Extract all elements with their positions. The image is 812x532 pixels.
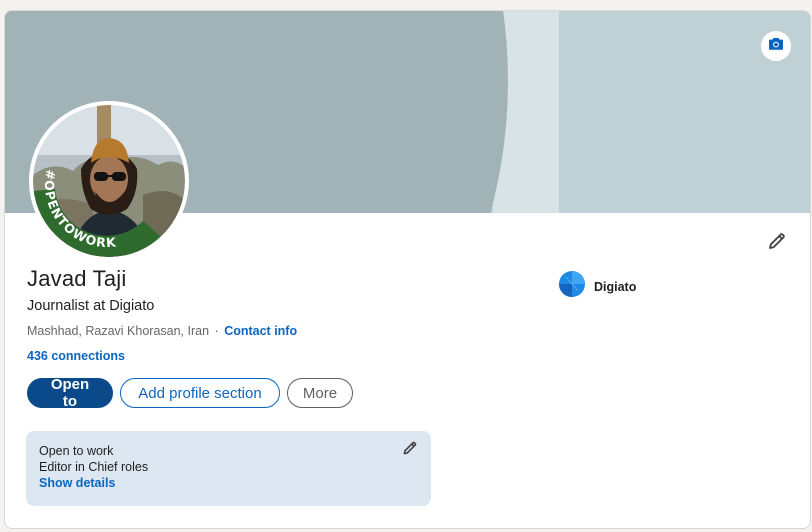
company-name: Digiato xyxy=(594,279,637,294)
profile-photo[interactable]: #OPENTOWORK xyxy=(29,101,189,261)
profile-name: Javad Taji xyxy=(27,266,127,291)
contact-info-link[interactable]: Contact info xyxy=(224,324,297,338)
location-row: Mashhad, Razavi Khorasan, Iran · Contact… xyxy=(27,324,297,338)
edit-banner-button[interactable] xyxy=(761,31,791,61)
profile-actions: Open to Add profile section More xyxy=(27,376,353,410)
more-button[interactable]: More xyxy=(287,378,353,408)
edit-open-to-work-button[interactable] xyxy=(401,441,419,459)
open-to-button[interactable]: Open to xyxy=(27,376,113,410)
pencil-icon xyxy=(402,440,418,461)
connections-link[interactable]: 436 connections xyxy=(27,349,125,363)
company-link[interactable]: Digiato xyxy=(558,270,636,303)
edit-intro-button[interactable] xyxy=(764,230,790,256)
profile-card: #OPENTOWORK Javad Taji Journalist at Dig… xyxy=(4,10,811,529)
camera-icon xyxy=(768,37,784,56)
show-details-link[interactable]: Show details xyxy=(39,476,115,490)
pencil-icon xyxy=(767,231,787,256)
profile-headline: Journalist at Digiato xyxy=(27,298,155,314)
add-profile-section-button[interactable]: Add profile section xyxy=(120,378,280,408)
digiato-logo-icon xyxy=(558,270,586,303)
open-to-work-card: Open to work Editor in Chief roles Show … xyxy=(26,431,431,506)
location-separator: · xyxy=(214,324,219,338)
location-text: Mashhad, Razavi Khorasan, Iran xyxy=(27,324,210,338)
open-to-work-roles: Editor in Chief roles xyxy=(39,460,149,474)
open-to-work-title: Open to work xyxy=(39,444,114,458)
